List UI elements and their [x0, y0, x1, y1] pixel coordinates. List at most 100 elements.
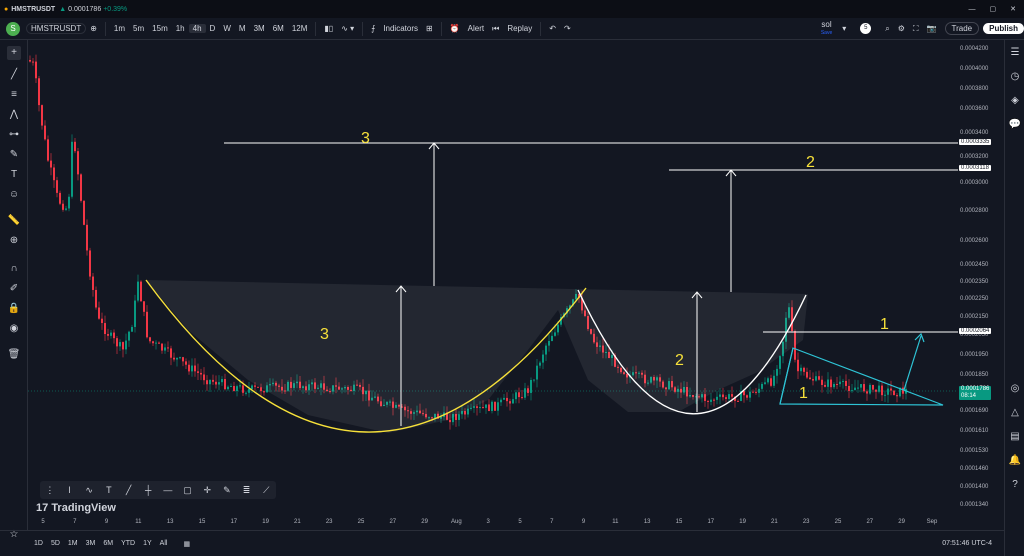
ruler-icon[interactable]: 📏 — [7, 214, 21, 228]
tool-measure-icon[interactable]: ⟋ — [256, 485, 276, 496]
alert-button[interactable]: Alert — [464, 24, 488, 33]
fib-icon[interactable]: ≡ — [7, 88, 21, 102]
time-tick: 7 — [550, 519, 554, 525]
timeframe-D[interactable]: D — [206, 24, 220, 33]
search-icon[interactable]: ⌕ — [881, 24, 893, 34]
time-tick: 29 — [898, 519, 905, 525]
layout-name[interactable]: sol Save — [821, 20, 832, 37]
publish-button[interactable]: Publish — [983, 23, 1024, 34]
time-axis[interactable]: 5 7 9 11 13 15 17 19 21 23 25 27 29 Aug 3 5 7 9 11 13 15 17 19… — [28, 516, 958, 530]
notification-badge[interactable]: 5 — [860, 23, 872, 34]
emoji-icon[interactable]: ☺ — [7, 188, 21, 202]
trash-icon[interactable]: 🗑 — [7, 348, 21, 362]
alert-icon[interactable]: ⏰ — [446, 24, 464, 33]
alerts-clock-icon[interactable]: ◷ — [1008, 70, 1022, 84]
tool-rect-icon[interactable]: ▢ — [178, 485, 198, 496]
candle-body — [83, 200, 85, 225]
text-icon[interactable]: T — [7, 168, 21, 182]
lock-drawing-icon[interactable]: ✐ — [7, 282, 21, 296]
indicators-icon[interactable]: ⨍ — [367, 24, 379, 33]
range-3M[interactable]: 3M — [82, 540, 100, 547]
price-chart[interactable]: 3 3 2 2 1 1 — [28, 40, 958, 516]
magnet-icon[interactable]: ∩ — [7, 262, 21, 276]
pattern-icon[interactable]: ⋀ — [7, 108, 21, 122]
lock-icon[interactable]: 🔒 — [7, 302, 21, 316]
undo-icon[interactable]: ↶ — [545, 24, 560, 33]
avatar[interactable]: S — [6, 21, 20, 36]
tool-text-icon[interactable]: T — [99, 485, 119, 495]
timeframe-15m[interactable]: 15m — [148, 24, 172, 33]
candles-icon[interactable]: ▮▯ — [320, 24, 337, 33]
window-close-icon[interactable]: ✕ — [1010, 5, 1016, 13]
timeframe-M[interactable]: M — [235, 24, 250, 33]
dropdown-icon[interactable]: ▾ — [838, 24, 850, 33]
range-YTD[interactable]: YTD — [117, 540, 139, 547]
help-icon[interactable]: ? — [1008, 478, 1022, 492]
target-icon[interactable]: ◎ — [1008, 382, 1022, 396]
brush-icon[interactable]: ✎ — [7, 148, 21, 162]
notifications-icon[interactable]: 🔔 — [1008, 454, 1022, 468]
window-min-icon[interactable]: — — [969, 6, 976, 13]
add-symbol-icon[interactable]: ⊕ — [86, 24, 101, 33]
redo-icon[interactable]: ↷ — [560, 24, 575, 33]
price-axis[interactable]: 0.0001340 0.0001400 0.0001460 0.0001530 0.00… — [958, 40, 1004, 516]
time-tick: 7 — [73, 519, 77, 525]
range-1D[interactable]: 1D — [30, 540, 47, 547]
tool-wave-icon[interactable]: ∿ — [79, 485, 99, 496]
settings-icon[interactable]: ⚙ — [894, 24, 909, 33]
watchlist-icon[interactable]: ☰ — [1008, 46, 1022, 60]
range-5D[interactable]: 5D — [47, 540, 64, 547]
calendar-icon[interactable]: ▤ — [1008, 430, 1022, 444]
label-2-mid: 2 — [675, 352, 684, 369]
timeframe-W[interactable]: W — [219, 24, 235, 33]
symbol-search-button[interactable]: HMSTRUSDT — [26, 23, 87, 34]
timeframe-6M[interactable]: 6M — [269, 24, 288, 33]
drag-handle-icon[interactable]: ⋮ — [40, 485, 60, 496]
date-range-icon[interactable]: ▦ — [179, 540, 194, 548]
replay-button[interactable]: Replay — [503, 24, 536, 33]
timeframe-5m[interactable]: 5m — [129, 24, 148, 33]
tool-ray-icon[interactable]: ╱ — [119, 485, 139, 496]
timeframe-4h[interactable]: 4h — [188, 24, 206, 33]
candle-body — [770, 378, 772, 386]
tool-brush-icon[interactable]: ✎ — [217, 485, 237, 496]
time-tick: 3 — [486, 519, 490, 525]
tool-fib-icon[interactable]: ≣ — [237, 485, 257, 496]
timeframe-12M[interactable]: 12M — [288, 24, 312, 33]
chat-icon[interactable]: 💬 — [1008, 118, 1022, 132]
tool-cross-icon[interactable]: ✛ — [197, 485, 217, 496]
crosshair-icon[interactable]: + — [7, 46, 21, 60]
left-toolbar: + ╱ ≡ ⋀ ⊶ ✎ T ☺ 📏 ⊕ ∩ ✐ 🔒 ◉ 🗑 ☆ — [0, 40, 28, 540]
candle-body — [545, 345, 547, 355]
tool-hline-icon[interactable]: ┼ — [138, 485, 158, 495]
window-max-icon[interactable]: ▢ — [990, 5, 997, 13]
eye-icon[interactable]: ◉ — [7, 322, 21, 336]
projection-icon[interactable]: ⊶ — [7, 128, 21, 142]
layouts-icon[interactable]: ⊞ — [422, 24, 437, 33]
line-chart-icon[interactable]: ∿ ▾ — [337, 24, 358, 33]
timeframe-1h[interactable]: 1h — [172, 24, 189, 33]
trade-button[interactable]: Trade — [944, 22, 980, 35]
replay-icon[interactable]: ⏮ — [488, 24, 503, 34]
fullscreen-icon[interactable]: ⛶ — [909, 24, 923, 34]
ideas-icon[interactable]: △ — [1008, 406, 1022, 420]
clock-text[interactable]: 07:51:46 UTC-4 — [938, 540, 996, 547]
range-1Y[interactable]: 1Y — [139, 540, 156, 547]
candle-body — [767, 378, 769, 383]
chart-canvas[interactable]: 3 3 2 2 1 1 — [28, 40, 958, 516]
zoom-icon[interactable]: ⊕ — [7, 234, 21, 248]
layers-icon[interactable]: ◈ — [1008, 94, 1022, 108]
time-tick: 15 — [675, 519, 683, 525]
trendline-icon[interactable]: ╱ — [7, 68, 21, 82]
candle-body — [236, 386, 238, 392]
range-1M[interactable]: 1M — [64, 540, 82, 547]
indicators-button[interactable]: Indicators — [379, 24, 422, 33]
tool-hray-icon[interactable]: — — [158, 485, 178, 495]
time-tick: 21 — [294, 519, 301, 525]
timeframe-3M[interactable]: 3M — [250, 24, 269, 33]
tool-line-icon[interactable]: ǀ — [60, 485, 80, 495]
range-6M[interactable]: 6M — [99, 540, 117, 547]
timeframe-1m[interactable]: 1m — [110, 24, 129, 33]
range-All[interactable]: All — [156, 540, 172, 547]
camera-icon[interactable]: 📷 — [923, 24, 941, 33]
